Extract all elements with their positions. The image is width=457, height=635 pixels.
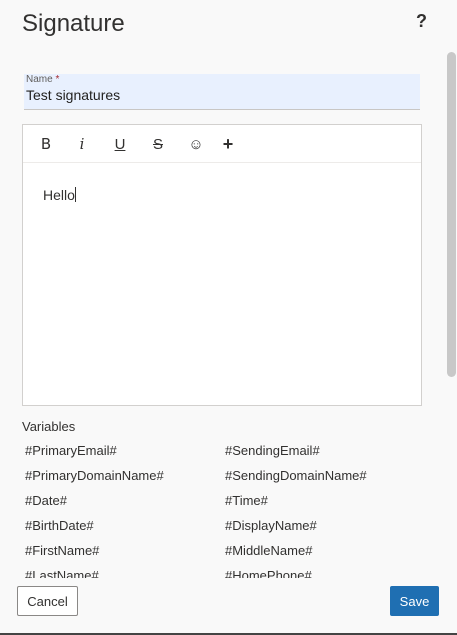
- variable-item[interactable]: #DisplayName#: [225, 516, 317, 536]
- variable-item[interactable]: #MiddleName#: [225, 541, 312, 561]
- variable-item[interactable]: #SendingDomainName#: [225, 466, 367, 486]
- variable-item[interactable]: #LastName#: [25, 566, 99, 578]
- signature-editor[interactable]: B i U S ☺ + Hello: [22, 124, 422, 406]
- italic-button[interactable]: i: [71, 133, 93, 155]
- required-mark: *: [55, 74, 60, 85]
- variables-heading: Variables: [22, 419, 76, 434]
- variable-item[interactable]: #PrimaryEmail#: [25, 441, 117, 461]
- name-field[interactable]: Name * Test signatures: [24, 74, 420, 110]
- editor-text[interactable]: Hello: [43, 187, 76, 203]
- emoji-icon[interactable]: ☺: [185, 133, 207, 155]
- text-caret: [74, 187, 76, 202]
- variable-item[interactable]: #FirstName#: [25, 541, 99, 561]
- page-title: Signature: [22, 10, 125, 37]
- save-button[interactable]: Save: [390, 586, 439, 616]
- scroll-thumb[interactable]: [447, 52, 456, 377]
- variable-item[interactable]: #Date#: [25, 491, 67, 511]
- name-field-label: Name *: [26, 74, 60, 85]
- variable-item[interactable]: #SendingEmail#: [225, 441, 320, 461]
- variable-item[interactable]: #BirthDate#: [25, 516, 94, 536]
- strikethrough-button[interactable]: S: [147, 133, 169, 155]
- name-input[interactable]: Test signatures: [26, 87, 120, 103]
- formatting-toolbar: B i U S ☺ +: [23, 125, 421, 163]
- variable-item[interactable]: #PrimaryDomainName#: [25, 466, 164, 486]
- plus-icon[interactable]: +: [217, 133, 239, 155]
- variable-item[interactable]: #Time#: [225, 491, 268, 511]
- dialog-footer: Cancel Save: [0, 578, 457, 635]
- cancel-button[interactable]: Cancel: [17, 586, 78, 616]
- variable-item[interactable]: #HomePhone#: [225, 566, 312, 578]
- dialog-header: Signature ?: [0, 0, 457, 60]
- bold-button[interactable]: B: [35, 133, 57, 155]
- variables-list: #PrimaryEmail# #SendingEmail# #PrimaryDo…: [22, 440, 422, 578]
- help-icon[interactable]: ?: [416, 11, 427, 32]
- underline-button[interactable]: U: [109, 133, 131, 155]
